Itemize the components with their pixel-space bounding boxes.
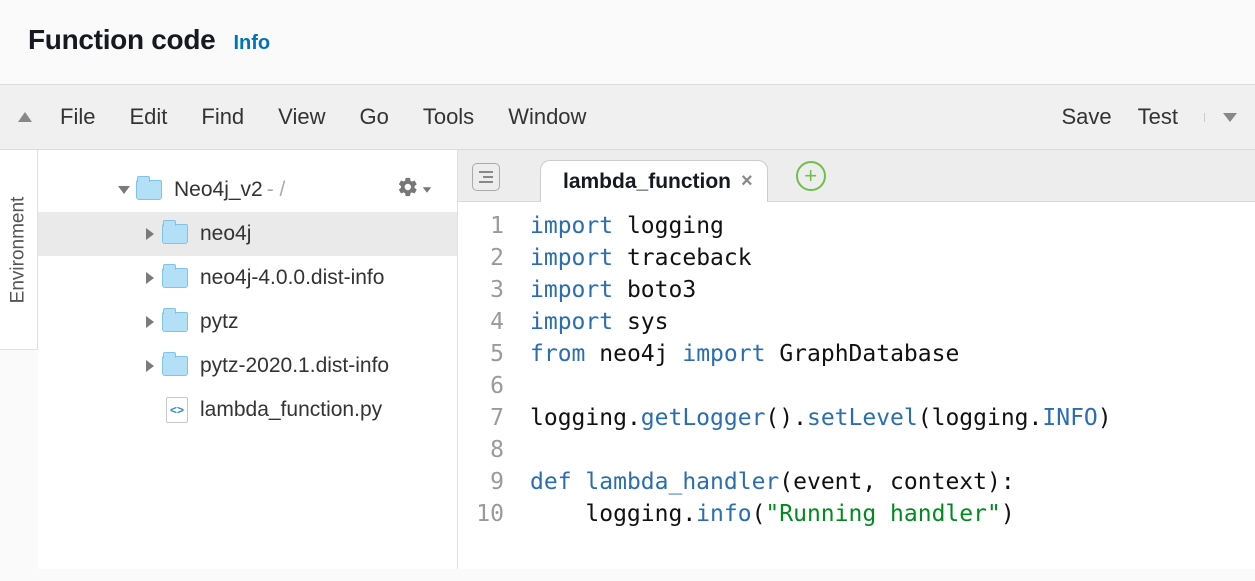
code-content[interactable]: import loggingimport tracebackimport bot… [518, 210, 1255, 569]
tree-root[interactable]: Neo4j_v2 - / [38, 168, 457, 212]
environment-tab[interactable]: Environment [0, 150, 38, 350]
environment-label: Environment [8, 196, 30, 303]
expand-icon[interactable] [118, 186, 130, 194]
test-button[interactable]: Test [1138, 104, 1178, 130]
folder-icon [162, 268, 188, 288]
menu-find[interactable]: Find [201, 104, 244, 130]
folder-icon [162, 356, 188, 376]
expand-icon[interactable] [146, 316, 154, 328]
menu-go[interactable]: Go [359, 104, 388, 130]
menubar: File Edit Find View Go Tools Window Save… [0, 84, 1255, 150]
menu-file[interactable]: File [60, 104, 95, 130]
menu-edit[interactable]: Edit [129, 104, 167, 130]
tree-item-pytz[interactable]: pytz [38, 300, 457, 344]
tab-lambda-function[interactable]: lambda_function × [540, 160, 768, 202]
tab-bar: lambda_function × + [458, 150, 1255, 202]
menu-window[interactable]: Window [508, 104, 586, 130]
editor: lambda_function × + 12345678910 import l… [458, 150, 1255, 569]
file-icon: <> [166, 397, 188, 423]
tree-item-label: pytz-2020.1.dist-info [200, 354, 389, 378]
tree-item-label: lambda_function.py [200, 398, 382, 422]
expand-icon[interactable] [146, 360, 154, 372]
gear-dropdown-icon[interactable] [423, 187, 431, 193]
tree-item-label: pytz [200, 310, 239, 334]
page-title: Function code [28, 24, 215, 56]
folder-icon [136, 180, 162, 200]
tree-item-lambda-file[interactable]: <> lambda_function.py [38, 388, 457, 432]
section-header: Function code Info [0, 0, 1255, 84]
gear-icon[interactable] [397, 176, 419, 204]
info-link[interactable]: Info [233, 32, 270, 55]
tree-item-neo4j-dist[interactable]: neo4j-4.0.0.dist-info [38, 256, 457, 300]
save-button[interactable]: Save [1061, 104, 1111, 130]
tab-label: lambda_function [563, 170, 731, 194]
folder-icon [162, 224, 188, 244]
test-dropdown[interactable] [1204, 113, 1237, 122]
file-tree: Neo4j_v2 - / neo4j neo4j-4.0.0.dist-info [38, 150, 458, 569]
tree-item-label: neo4j-4.0.0.dist-info [200, 266, 384, 290]
menu-items: File Edit Find View Go Tools Window [60, 104, 1061, 130]
menu-tools[interactable]: Tools [423, 104, 474, 130]
tree-item-label: neo4j [200, 222, 251, 246]
line-gutter: 12345678910 [458, 210, 518, 569]
tree-root-suffix: - / [267, 178, 286, 202]
expand-icon[interactable] [146, 272, 154, 284]
code-editor[interactable]: 12345678910 import loggingimport traceba… [458, 202, 1255, 569]
close-icon[interactable]: × [741, 170, 753, 193]
chevron-down-icon [1223, 113, 1237, 122]
tab-scroll-icon[interactable] [472, 163, 500, 191]
folder-icon [162, 312, 188, 332]
expand-icon[interactable] [146, 228, 154, 240]
menu-right: Save Test [1061, 104, 1237, 130]
workspace: Environment Neo4j_v2 - / neo4j [0, 150, 1255, 569]
menu-view[interactable]: View [278, 104, 325, 130]
tree-item-pytz-dist[interactable]: pytz-2020.1.dist-info [38, 344, 457, 388]
new-tab-button[interactable]: + [796, 161, 826, 191]
tree-item-neo4j[interactable]: neo4j [38, 212, 457, 256]
tree-root-label: Neo4j_v2 [174, 178, 263, 202]
collapse-icon[interactable] [18, 112, 32, 122]
